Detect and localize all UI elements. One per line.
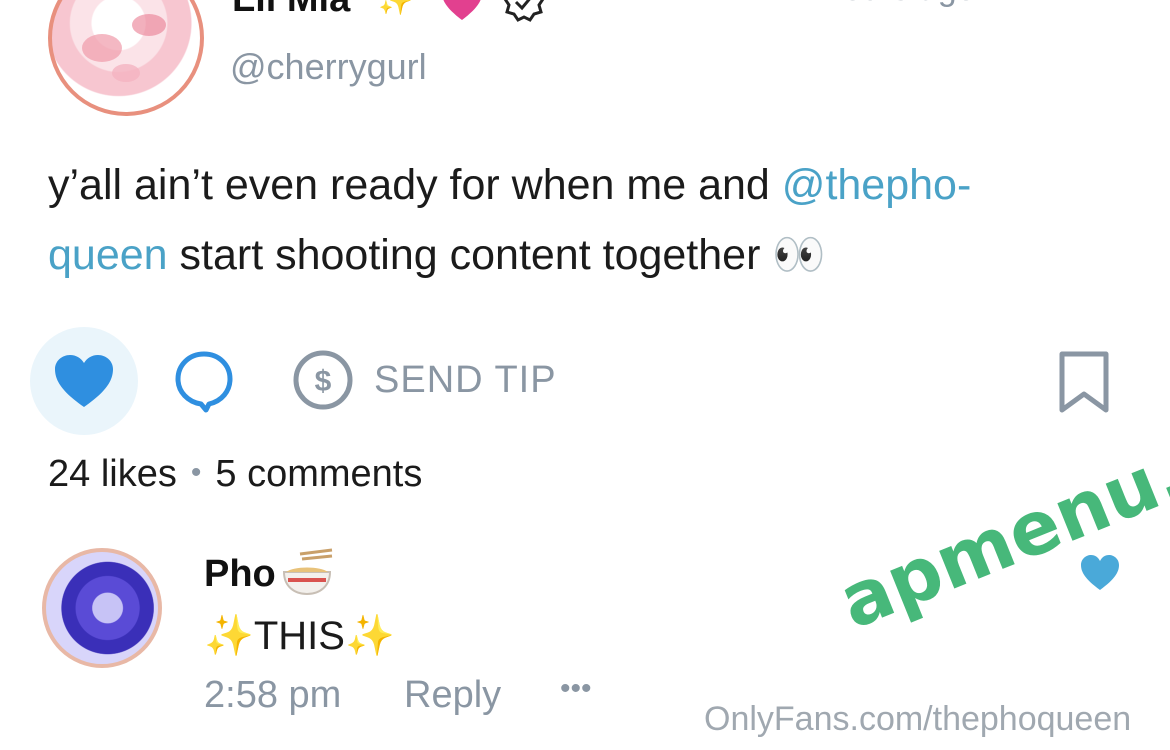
commenter-avatar[interactable] (42, 548, 162, 668)
source-watermark: OnlyFans.com/thephoqueen (704, 700, 1132, 738)
noodle-bowl-icon (282, 548, 333, 596)
svg-text:$: $ (315, 365, 332, 398)
comments-count: 5 (215, 453, 237, 495)
send-tip-button[interactable]: $ SEND TIP (292, 348, 557, 412)
site-watermark: apmenu.com (827, 365, 1170, 646)
comment-more-options-icon[interactable]: ••• (560, 672, 592, 706)
commenter-name[interactable]: Pho (204, 553, 276, 596)
pink-heart-icon (443, 0, 481, 20)
mention-link-part2[interactable]: queen (48, 231, 168, 279)
stats-separator: • (190, 456, 202, 489)
comment-body: THIS (253, 614, 345, 658)
post-text-before: y’all ain’t even ready for when me and (48, 161, 782, 209)
like-button[interactable] (30, 327, 138, 435)
sparkle-icon: ✨ (204, 614, 254, 658)
bookmark-button[interactable] (1056, 350, 1112, 414)
post-more-options-icon[interactable]: ••• (1066, 0, 1105, 13)
post-stats: 24 likes • 5 comments (48, 453, 422, 496)
post-text-after: start shooting content together (167, 231, 773, 279)
heart-icon (55, 355, 113, 407)
comment-button[interactable] (172, 348, 236, 414)
sparkle-icon: ✨ (378, 0, 413, 16)
author-display-name[interactable]: Lil Mia (232, 0, 350, 21)
mention-link-part1[interactable]: @thepho- (782, 161, 972, 209)
comment-timestamp: 2:58 pm (204, 674, 342, 716)
dollar-circle-icon: $ (293, 350, 353, 410)
author-avatar[interactable] (48, 0, 204, 116)
post-timestamp: 2 hours ago (796, 0, 976, 9)
likes-label[interactable]: likes (101, 453, 177, 495)
verified-badge-icon (503, 0, 545, 22)
reply-button[interactable]: Reply (404, 674, 501, 717)
eyes-emoji: 👀 (772, 231, 826, 279)
likes-count: 24 (48, 453, 91, 495)
comment-text: ✨THIS✨ (204, 612, 395, 659)
sparkle-icon: ✨ (344, 614, 395, 658)
author-handle[interactable]: @cherrygurl (230, 46, 427, 88)
blue-heart-icon (1081, 555, 1119, 590)
post-text: y’all ain’t even ready for when me and @… (48, 150, 1108, 290)
send-tip-label[interactable]: SEND TIP (374, 359, 557, 402)
comments-label[interactable]: comments (247, 453, 422, 495)
